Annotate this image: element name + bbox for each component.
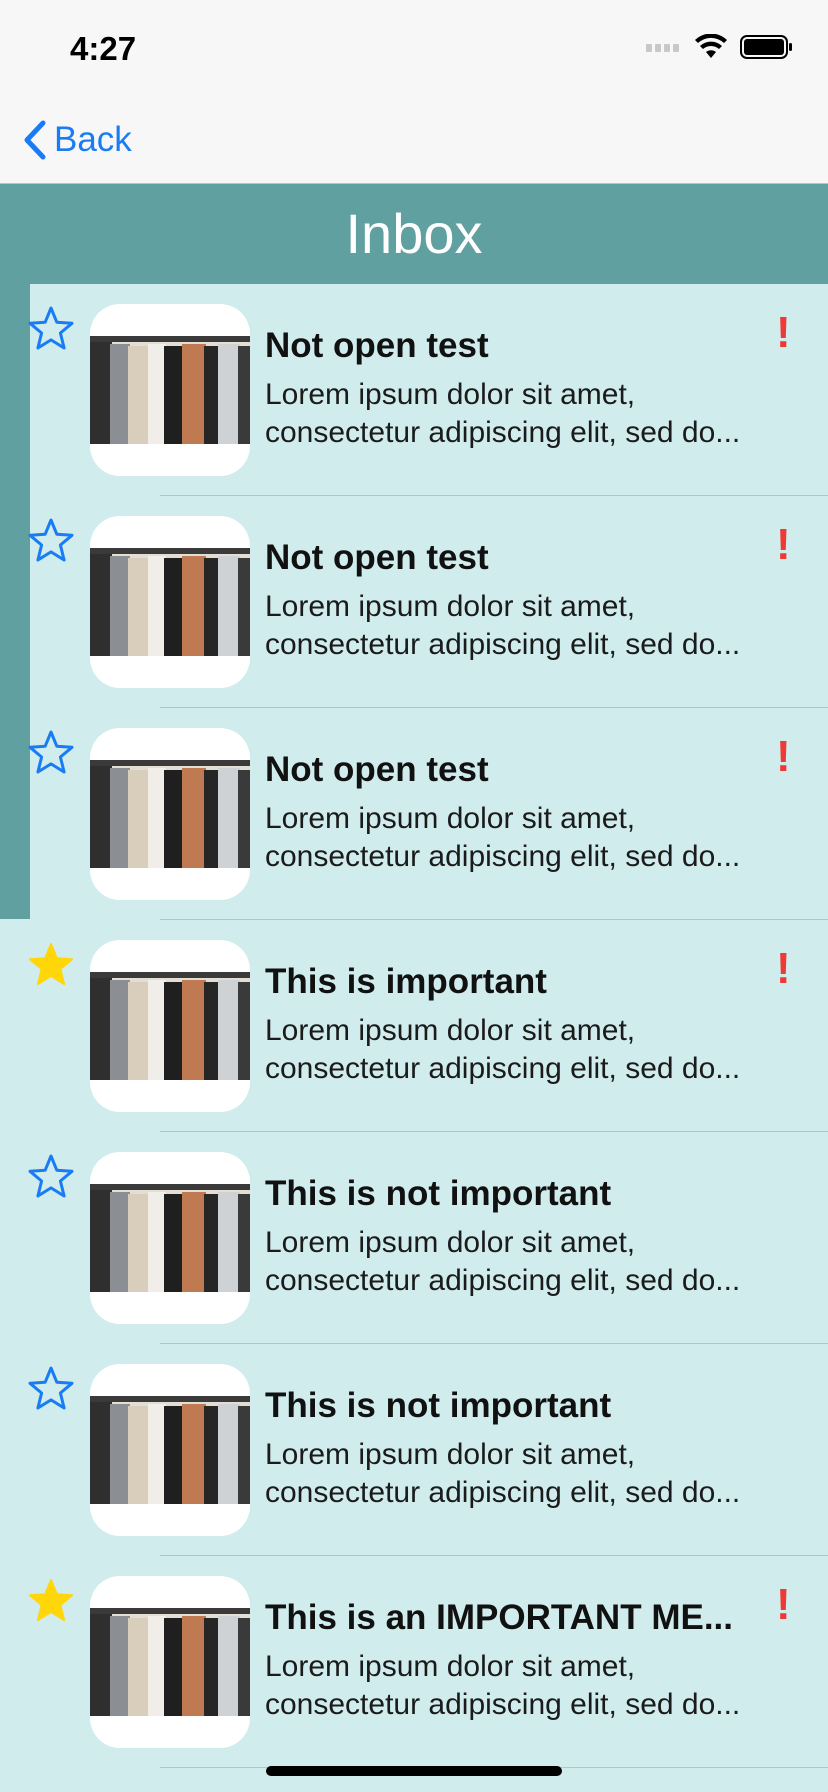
- message-thumbnail: [90, 728, 250, 900]
- message-preview: Lorem ipsum dolor sit amet, consectetur …: [265, 1648, 795, 1724]
- home-indicator[interactable]: [266, 1766, 562, 1776]
- message-preview: Lorem ipsum dolor sit amet, consectetur …: [265, 588, 795, 664]
- message-preview-line: Lorem ipsum dolor sit amet,: [265, 1650, 636, 1683]
- chevron-left-icon: [24, 120, 46, 160]
- message-list: Not open test Lorem ipsum dolor sit amet…: [28, 284, 828, 1768]
- clothing-rack-image: [90, 1608, 250, 1716]
- message-thumbnail: [90, 304, 250, 476]
- message-row[interactable]: Not open test Lorem ipsum dolor sit amet…: [28, 708, 828, 920]
- message-preview-line: consectetur adipiscing elit, sed do...: [265, 628, 741, 661]
- message-row[interactable]: Not open test Lorem ipsum dolor sit amet…: [28, 284, 828, 496]
- message-thumbnail: [90, 1576, 250, 1748]
- message-title: This is not important: [265, 1174, 612, 1213]
- message-preview: Lorem ipsum dolor sit amet, consectetur …: [265, 376, 795, 452]
- cellular-signal-icon: [646, 44, 679, 52]
- message-row[interactable]: This is important Lorem ipsum dolor sit …: [29, 920, 828, 1132]
- star-filled-icon[interactable]: [26, 1576, 76, 1626]
- star-outline-icon[interactable]: [26, 1364, 76, 1414]
- message-preview-line: consectetur adipiscing elit, sed do...: [265, 416, 741, 449]
- message-preview-line: consectetur adipiscing elit, sed do...: [265, 1688, 741, 1721]
- message-title: Not open test: [265, 750, 489, 789]
- message-preview: Lorem ipsum dolor sit amet, consectetur …: [265, 1436, 795, 1512]
- message-title: This is important: [265, 962, 547, 1001]
- status-icons: [646, 34, 794, 60]
- message-preview-line: Lorem ipsum dolor sit amet,: [265, 1438, 636, 1471]
- status-time: 4:27: [70, 30, 137, 67]
- message-preview: Lorem ipsum dolor sit amet, consectetur …: [265, 1224, 795, 1300]
- important-indicator: !: [776, 944, 791, 993]
- message-thumbnail: [90, 1364, 250, 1536]
- clothing-rack-image: [90, 548, 250, 656]
- clothing-rack-image: [90, 1396, 250, 1504]
- message-preview-line: Lorem ipsum dolor sit amet,: [265, 1226, 636, 1259]
- message-preview-line: Lorem ipsum dolor sit amet,: [265, 378, 636, 411]
- message-preview-line: consectetur adipiscing elit, sed do...: [265, 1264, 741, 1297]
- page-title: Inbox: [345, 202, 483, 265]
- important-indicator: !: [776, 308, 791, 357]
- clothing-rack-image: [90, 336, 250, 444]
- status-bar: 4:27: [0, 0, 828, 96]
- message-row[interactable]: Not open test Lorem ipsum dolor sit amet…: [28, 496, 828, 708]
- back-button[interactable]: Back: [22, 116, 132, 164]
- back-button-label: Back: [54, 120, 132, 159]
- left-accent-strip: [0, 284, 30, 919]
- message-preview-line: Lorem ipsum dolor sit amet,: [265, 590, 636, 623]
- star-outline-icon[interactable]: [26, 728, 76, 778]
- inbox-header: Inbox: [0, 184, 828, 284]
- battery-icon: [740, 35, 792, 59]
- important-indicator: !: [776, 520, 791, 569]
- star-outline-icon[interactable]: [26, 304, 76, 354]
- message-preview-line: consectetur adipiscing elit, sed do...: [265, 840, 741, 873]
- message-title: This is an IMPORTANT ME...: [265, 1598, 733, 1637]
- message-preview-line: consectetur adipiscing elit, sed do...: [265, 1052, 741, 1085]
- wifi-icon: [695, 34, 727, 58]
- message-thumbnail: [90, 940, 250, 1112]
- message-title: Not open test: [265, 538, 489, 577]
- message-thumbnail: [90, 516, 250, 688]
- message-preview-line: Lorem ipsum dolor sit amet,: [265, 802, 636, 835]
- message-row[interactable]: This is not important Lorem ipsum dolor …: [28, 1344, 828, 1556]
- clothing-rack-image: [90, 1184, 250, 1292]
- message-row[interactable]: This is an IMPORTANT ME... Lorem ipsum d…: [29, 1556, 828, 1768]
- clothing-rack-image: [90, 972, 250, 1080]
- message-preview-line: Lorem ipsum dolor sit amet,: [265, 1014, 636, 1047]
- message-title: Not open test: [265, 326, 489, 365]
- star-outline-icon[interactable]: [26, 516, 76, 566]
- important-indicator: !: [776, 1580, 791, 1629]
- message-preview: Lorem ipsum dolor sit amet, consectetur …: [265, 800, 795, 876]
- navigation-bar: Back: [0, 96, 828, 184]
- star-outline-icon[interactable]: [26, 1152, 76, 1202]
- message-preview-line: consectetur adipiscing elit, sed do...: [265, 1476, 741, 1509]
- message-row[interactable]: This is not important Lorem ipsum dolor …: [28, 1132, 828, 1344]
- clothing-rack-image: [90, 760, 250, 868]
- star-filled-icon[interactable]: [26, 940, 76, 990]
- message-preview: Lorem ipsum dolor sit amet, consectetur …: [265, 1012, 795, 1088]
- important-indicator: !: [776, 732, 791, 781]
- message-title: This is not important: [265, 1386, 612, 1425]
- message-thumbnail: [90, 1152, 250, 1324]
